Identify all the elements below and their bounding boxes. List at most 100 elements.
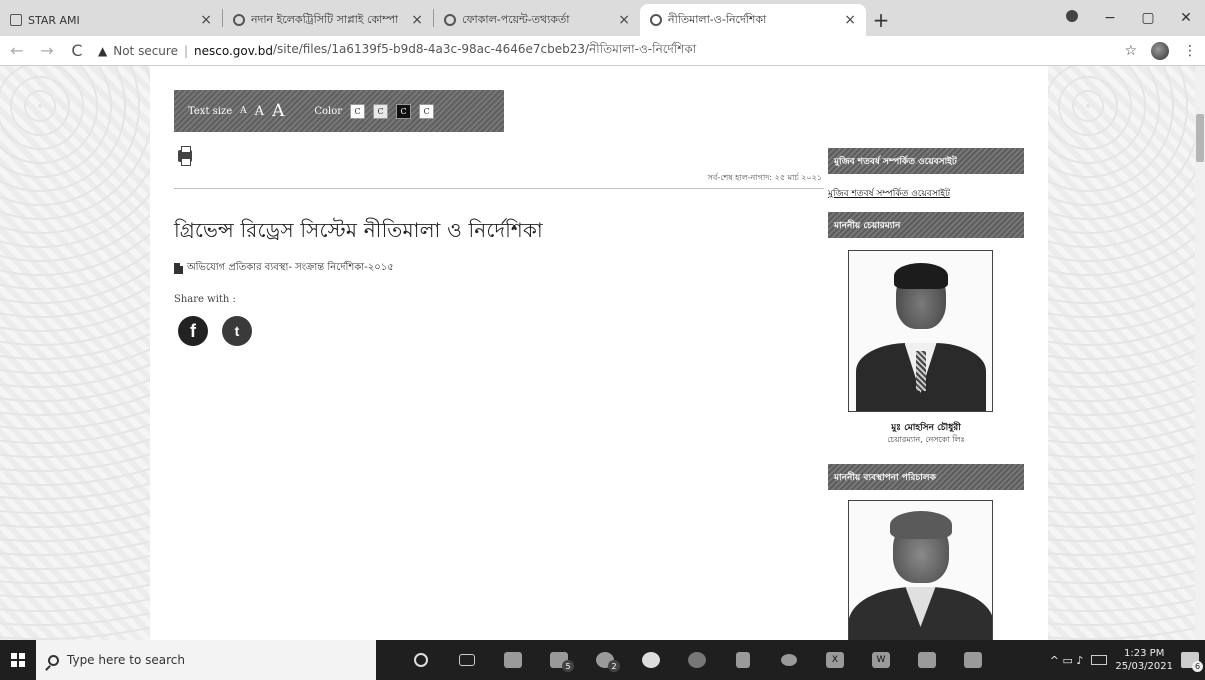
managing-director-photo — [848, 500, 993, 640]
page-title: গ্রিভেন্স রিড্রেস সিস্টেম নীতিমালা ও নির… — [174, 218, 543, 242]
document-icon — [174, 263, 183, 274]
mujib-website-link[interactable]: মুজিব শতবর্ষ সম্পর্কিত ওয়েবসাইট — [828, 186, 950, 201]
sidebar-heading-chairman: মাননীয় চেয়ারম্যান — [828, 212, 1024, 238]
globe-favicon-icon — [444, 14, 456, 26]
back-button[interactable]: ← — [8, 41, 26, 60]
tab-nitimala[interactable]: নীতিমালা-ও-নির্দেশিকা × — [640, 4, 866, 36]
taskbar: Type here to search 5 2 X W ^ ▭ ♪ 1:23 P… — [0, 640, 1205, 680]
warning-icon[interactable]: ▲ — [98, 44, 107, 58]
md-hair — [889, 511, 952, 539]
url-host: nesco.gov.bd — [194, 43, 273, 58]
document-link-text[interactable]: অভিযোগ প্রতিকার ব্যবস্থা- সংক্রান্ত নির্… — [187, 260, 394, 277]
chrome-icon[interactable] — [674, 640, 720, 680]
clock[interactable]: 1:23 PM 25/03/2021 — [1115, 647, 1173, 673]
text-size-medium-button[interactable]: A — [255, 104, 264, 119]
url-separator: | — [183, 43, 189, 58]
tab-nesco-home[interactable]: নদান ইলেকট্রিসিটি সাপ্লাই কোম্পা × — [223, 4, 433, 36]
app-icon[interactable] — [766, 640, 812, 680]
close-window-button[interactable]: ✕ — [1167, 10, 1205, 26]
clock-time: 1:23 PM — [1124, 648, 1165, 659]
globe-favicon-icon — [233, 14, 245, 26]
color-option-default[interactable]: C — [419, 103, 435, 119]
profile-indicator-icon[interactable] — [1053, 10, 1091, 26]
page-scrollbar[interactable] — [1195, 66, 1205, 640]
profile-badge: 2 — [608, 660, 620, 672]
chairman-photo — [848, 250, 993, 412]
close-tab-icon[interactable]: × — [411, 12, 423, 28]
close-tab-icon[interactable]: × — [618, 12, 630, 28]
page-viewport: Text size A A A Color C C C C সর্ব-শেষ হ… — [0, 66, 1205, 640]
browser-tools: ☆ ⋮ — [1124, 41, 1197, 60]
mail-badge: 5 — [562, 660, 574, 672]
page-content: Text size A A A Color C C C C সর্ব-শেষ হ… — [150, 66, 1048, 640]
menu-icon[interactable]: ⋮ — [1183, 43, 1197, 59]
windows-logo-icon — [11, 653, 25, 667]
network-app-icon[interactable] — [720, 640, 766, 680]
tab-title: STAR AMI — [28, 13, 80, 27]
scroll-thumb[interactable] — [1196, 114, 1204, 162]
color-option-grey[interactable]: C — [373, 103, 389, 119]
close-tab-icon[interactable]: × — [844, 12, 856, 28]
tab-star-ami[interactable]: STAR AMI × — [0, 4, 222, 36]
divider — [174, 188, 824, 189]
photos-icon[interactable] — [950, 640, 996, 680]
print-icon[interactable] — [178, 146, 192, 166]
profile-avatar[interactable] — [1151, 41, 1169, 60]
text-size-large-button[interactable]: A — [272, 101, 284, 121]
share-label: Share with : — [174, 294, 236, 305]
tray-icons[interactable]: ^ ▭ ♪ — [1050, 654, 1084, 667]
window-controls: − ▢ ✕ — [1053, 0, 1205, 36]
document-link[interactable]: অভিযোগ প্রতিকার ব্যবস্থা- সংক্রান্ত নির্… — [174, 260, 394, 277]
forward-button[interactable]: → — [38, 41, 56, 60]
sidebar-heading-managing-director: মাননীয় ব্যবস্থাপনা পরিচালক — [828, 464, 1024, 490]
text-size-label: Text size — [188, 105, 233, 117]
word-icon[interactable]: W — [858, 640, 904, 680]
globe-favicon-icon — [650, 14, 662, 26]
security-label[interactable]: Not secure — [113, 44, 178, 58]
clock-date: 25/03/2021 — [1115, 661, 1173, 672]
minimize-button[interactable]: − — [1091, 10, 1129, 26]
mail-icon[interactable]: 5 — [536, 640, 582, 680]
close-tab-icon[interactable]: × — [200, 12, 212, 28]
accessibility-toolbar: Text size A A A Color C C C C — [174, 90, 504, 132]
color-option-white[interactable]: C — [350, 103, 366, 119]
text-size-small-button[interactable]: A — [240, 106, 247, 116]
tab-focal-point[interactable]: ফোকাল-পয়েন্ট-তথ্যকর্তা × — [434, 4, 640, 36]
maximize-button[interactable]: ▢ — [1129, 10, 1167, 26]
cortana-icon[interactable] — [398, 640, 444, 680]
chairman-role: চেয়ারম্যান, নেসকো লিঃ — [887, 435, 965, 444]
file-explorer-icon[interactable] — [490, 640, 536, 680]
camera-icon[interactable] — [904, 640, 950, 680]
taskbar-apps: 5 2 X W — [398, 640, 996, 680]
start-button[interactable] — [0, 640, 36, 680]
address-bar: ← → C ▲ Not secure | nesco.gov.bd/site/f… — [0, 36, 1205, 66]
keyboard-icon[interactable] — [1091, 655, 1108, 665]
color-label: Color — [314, 105, 343, 117]
star-ami-favicon-icon — [10, 14, 22, 26]
decorative-pattern-left — [0, 66, 150, 640]
chrome-profile-icon[interactable]: 2 — [582, 640, 628, 680]
facebook-share-icon[interactable]: f — [178, 316, 208, 346]
url-path: /site/files/1a6139f5-b9d8-4a3c-98ac-4646… — [272, 41, 697, 56]
decorative-pattern-right — [1048, 66, 1200, 640]
task-view-icon[interactable] — [444, 640, 490, 680]
tab-title: নদান ইলেকট্রিসিটি সাপ্লাই কোম্পা — [251, 12, 399, 26]
reload-button[interactable]: C — [68, 41, 86, 60]
search-icon — [48, 654, 59, 666]
taskbar-search[interactable]: Type here to search — [36, 640, 376, 680]
chairman-name: মুঃ মোহসিন চৌধুরী — [891, 423, 961, 433]
system-tray: ^ ▭ ♪ 1:23 PM 25/03/2021 6 — [1050, 647, 1205, 673]
security-icon[interactable] — [628, 640, 674, 680]
bookmark-star-icon[interactable]: ☆ — [1124, 43, 1137, 59]
word-glyph: W — [872, 652, 890, 668]
color-option-black[interactable]: C — [396, 103, 412, 119]
sidebar-heading-mujib: মুজিব শতবর্ষ সম্পর্কিত ওয়েবসাইট — [828, 148, 1024, 174]
twitter-share-icon[interactable]: t — [222, 316, 252, 346]
notifications-icon[interactable]: 6 — [1181, 652, 1203, 672]
excel-glyph: X — [826, 652, 844, 668]
excel-icon[interactable]: X — [812, 640, 858, 680]
tab-title: নীতিমালা-ও-নির্দেশিকা — [668, 12, 767, 26]
chairman-tie — [915, 351, 926, 391]
new-tab-button[interactable]: + — [866, 4, 896, 36]
url-field[interactable]: ▲ Not secure | nesco.gov.bd/site/files/1… — [98, 41, 1112, 61]
